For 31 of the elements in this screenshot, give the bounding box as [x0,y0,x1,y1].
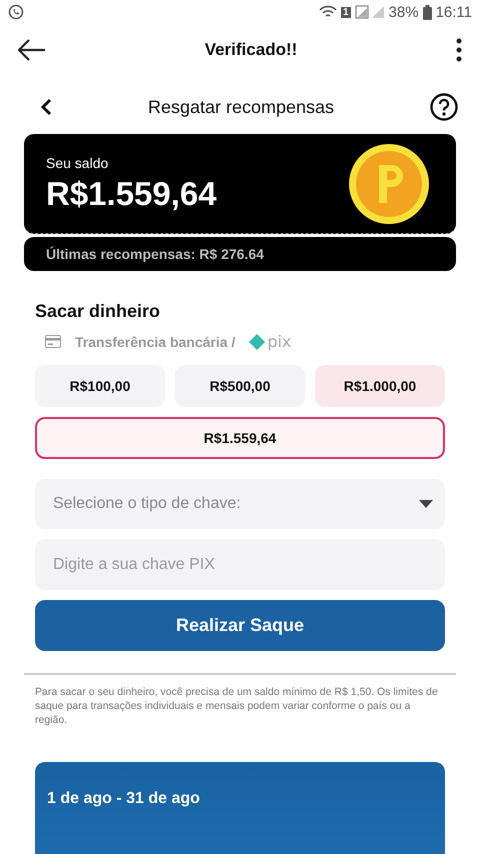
section-title: Sacar dinheiro [35,301,160,322]
sim-indicator: 1 [340,6,351,18]
payment-method-label: Transferência bancária / [75,334,236,350]
coin-icon [348,142,430,224]
withdrawal-note: Para sacar o seu dinheiro, você precisa de um saldo mínimo de R$ 1,50. Os limites de saque para transações individuais e mensais podem variar conforme o país ou a região. [34,685,439,728]
signal-icon [354,5,385,19]
balance-label: Seu saldo [46,154,110,170]
help-icon[interactable] [430,93,458,121]
page-title: Verificado!! [204,40,298,60]
more-options-icon[interactable] [456,38,462,62]
battery-level: 38% [388,4,419,20]
clock: 16:11 [436,4,472,20]
dropdown-caret-icon [419,500,433,508]
pix-logo-text: pix [267,332,292,351]
battery-icon [422,4,432,20]
amount-option[interactable]: R$1.559,64 [35,417,445,459]
pix-key-field[interactable]: Digite a sua chave PIX [35,539,445,590]
screen-title: Resgatar recompensas [148,96,334,118]
amount-option[interactable]: R$100,00 [35,365,165,407]
back-arrow-icon[interactable] [18,39,46,61]
diamond-logo-icon [249,334,266,350]
amount-option[interactable]: R$500,00 [175,365,305,407]
recent-rewards-text: Últimas recompensas: R$ 276.64 [46,246,264,262]
balance-amount: R$1.559,64 [46,174,217,212]
withdraw-button[interactable]: Realizar Saque [35,600,445,651]
back-chevron-icon[interactable] [40,98,52,116]
whatsapp-icon [8,4,24,20]
card-icon [45,335,61,348]
amount-option[interactable]: R$1.000,00 [315,365,445,407]
period-title: 1 de ago - 31 de ago [47,790,200,807]
wifi-icon [318,5,337,19]
